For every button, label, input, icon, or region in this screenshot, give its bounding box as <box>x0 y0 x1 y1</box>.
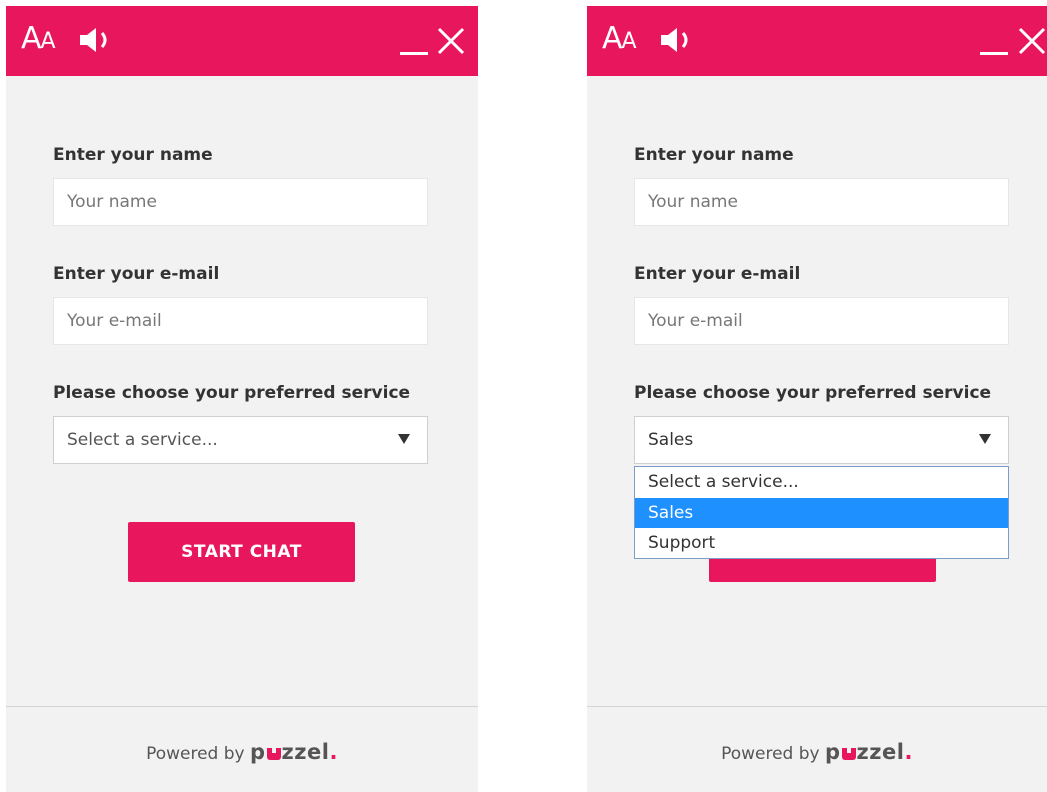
widget-header: AA <box>587 6 1047 76</box>
puzzel-logo: p zzel. <box>825 740 913 764</box>
footer-divider <box>587 706 1047 707</box>
widget-header: AA <box>6 6 478 76</box>
service-label: Please choose your preferred service <box>53 383 411 403</box>
powered-by-text: Powered by <box>146 744 245 764</box>
name-input[interactable]: Your name <box>53 178 428 226</box>
footer-divider <box>6 706 478 707</box>
service-select[interactable]: Select a service... <box>53 416 428 464</box>
powered-by-text: Powered by <box>721 744 820 764</box>
name-label: Enter your name <box>634 145 794 165</box>
text-size-icon[interactable]: AA <box>21 22 56 59</box>
speaker-icon[interactable] <box>659 26 695 54</box>
chat-widget-right: AA Enter your name Your name Enter your … <box>587 6 1047 792</box>
email-input[interactable]: Your e-mail <box>634 297 1009 345</box>
service-label: Please choose your preferred service <box>634 383 992 403</box>
text-size-icon[interactable]: AA <box>602 22 637 59</box>
service-select[interactable]: Sales <box>634 416 1009 464</box>
dropdown-arrow-icon <box>398 434 410 444</box>
speaker-icon[interactable] <box>78 26 114 54</box>
email-label: Enter your e-mail <box>53 264 220 284</box>
puzzel-logo: p zzel. <box>250 740 338 764</box>
service-select-value: Select a service... <box>67 430 218 450</box>
email-label: Enter your e-mail <box>634 264 801 284</box>
name-input[interactable]: Your name <box>634 178 1009 226</box>
option-sales[interactable]: Sales <box>635 498 1008 528</box>
close-icon[interactable] <box>436 26 466 56</box>
dropdown-arrow-icon <box>979 434 991 444</box>
service-dropdown-list: Select a service... Sales Support <box>634 466 1009 559</box>
footer: Powered by p zzel. <box>587 740 1047 764</box>
chat-widget-left: AA Enter your name Your name Enter your … <box>6 6 478 792</box>
email-input[interactable]: Your e-mail <box>53 297 428 345</box>
minimize-icon[interactable] <box>980 52 1008 55</box>
close-icon[interactable] <box>1017 26 1047 56</box>
option-support[interactable]: Support <box>635 528 1008 558</box>
footer: Powered by p zzel. <box>6 740 478 764</box>
service-select-value: Sales <box>648 430 694 450</box>
minimize-icon[interactable] <box>400 52 428 55</box>
start-chat-button[interactable]: START CHAT <box>128 522 355 582</box>
option-select-a-service[interactable]: Select a service... <box>635 467 1008 497</box>
name-label: Enter your name <box>53 145 213 165</box>
